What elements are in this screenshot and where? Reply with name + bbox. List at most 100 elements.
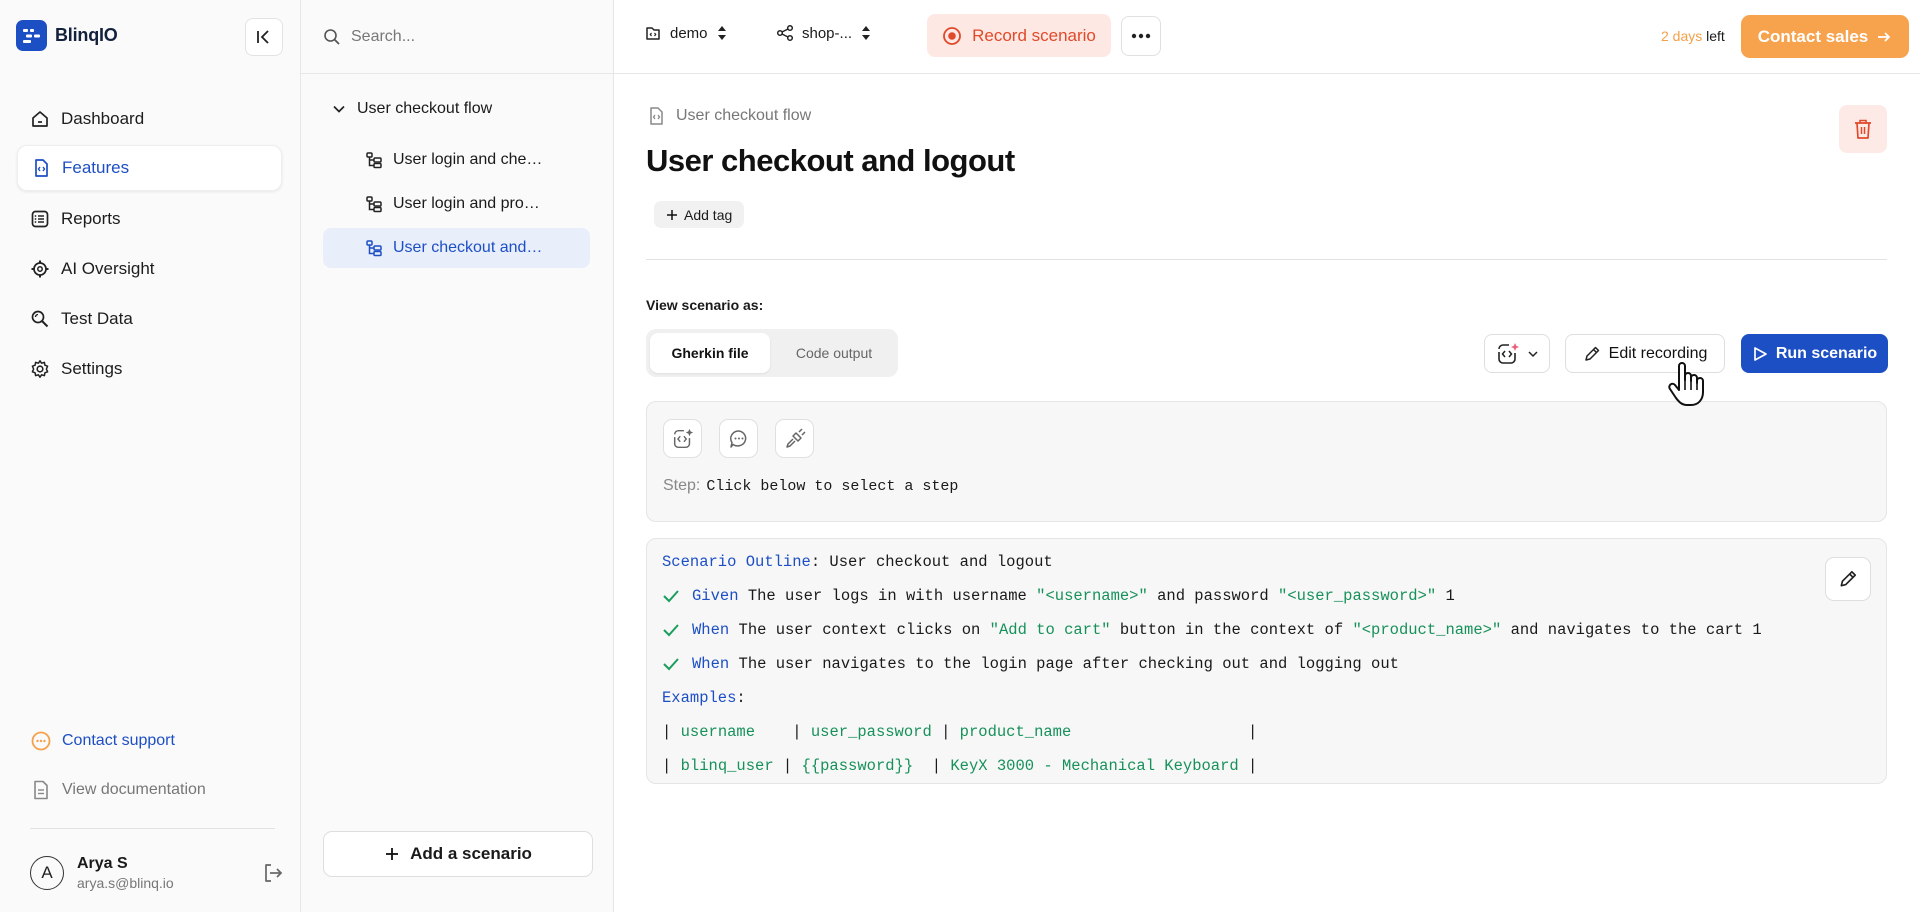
chevron-down-icon [1528, 350, 1538, 357]
brand-logo-icon [16, 20, 47, 51]
contact-sales-button[interactable]: Contact sales [1741, 15, 1909, 58]
avatar: A [30, 856, 64, 890]
sidebar-item-reports[interactable]: Reports [17, 196, 282, 242]
collapse-left-icon [257, 30, 269, 44]
pencil-icon [1584, 346, 1599, 361]
examples-data-row[interactable]: | blinq_user | {{password}} | KeyX 3000 … [662, 757, 1257, 775]
document-icon [34, 780, 48, 800]
logout-button[interactable] [262, 862, 284, 884]
project-selector[interactable]: demo [644, 24, 728, 42]
step-info: Step: Click below to select a step [663, 477, 958, 495]
contact-support-link[interactable]: Contact support [30, 730, 175, 752]
more-horizontal-icon [1131, 33, 1151, 39]
sidebar-item-label: Dashboard [61, 109, 145, 128]
step-text: The user context clicks on [729, 621, 990, 639]
sort-updown-icon [862, 26, 871, 40]
search-input[interactable] [351, 27, 591, 46]
sidebar-item-settings[interactable]: Settings [17, 346, 282, 392]
ai-code-icon [1498, 342, 1519, 364]
step-text: button in the context of [1110, 621, 1353, 639]
comment-step-button[interactable] [719, 419, 758, 458]
gherkin-step-line[interactable]: Given The user logs in with username "<u… [662, 587, 1455, 605]
run-scenario-button[interactable]: Run scenario [1741, 334, 1888, 373]
examples-colon: : [736, 689, 746, 707]
step-keyword: When [692, 655, 730, 673]
view-mode-toggle: Gherkin file Code output [646, 329, 898, 377]
step-value: Click below to select a step [706, 478, 959, 495]
trash-icon [1855, 119, 1871, 139]
step-label: Step: [663, 477, 701, 494]
ai-generate-step-button[interactable] [663, 419, 702, 458]
step-keyword: When [692, 621, 730, 639]
feature-file-icon [650, 107, 663, 125]
step-text: The user logs in with username [738, 587, 1037, 605]
view-scenario-label: View scenario as: [646, 297, 764, 313]
gherkin-code-panel[interactable]: Scenario Outline: User checkout and logo… [646, 538, 1887, 784]
more-options-button[interactable] [1121, 16, 1161, 56]
sidebar: BlinqIO Dashboard Features Reports AI Ov… [0, 0, 301, 912]
sort-updown-icon [717, 26, 726, 40]
examples-header-row[interactable]: | username | user_password | product_nam… [662, 723, 1257, 741]
tree-item-label: User login and product search [393, 195, 543, 212]
user-name: Arya S [77, 855, 128, 872]
gherkin-step-line[interactable]: When The user navigates to the login pag… [662, 655, 1399, 673]
tab-gherkin-file[interactable]: Gherkin file [650, 333, 770, 373]
tree-item-scenario-active[interactable]: User checkout and logout [323, 228, 590, 268]
ai-code-icon [673, 428, 693, 448]
scenario-tree-icon [365, 195, 383, 213]
feature-file-icon [30, 157, 52, 179]
contact-support-label: Contact support [62, 732, 175, 749]
search-box [301, 0, 613, 74]
sidebar-item-test-data[interactable]: Test Data [17, 296, 282, 342]
add-scenario-button[interactable]: Add a scenario [323, 831, 593, 877]
step-panel: Step: Click below to select a step [646, 401, 1887, 522]
check-icon [662, 588, 682, 604]
gherkin-step-line[interactable]: When The user context clicks on "Add to … [662, 621, 1762, 639]
sidebar-item-label: Reports [61, 209, 121, 228]
gear-icon [29, 358, 51, 380]
record-icon [943, 26, 962, 45]
tab-code-output[interactable]: Code output [774, 333, 894, 373]
brand-name: BlinqIO [55, 25, 118, 45]
home-icon [29, 108, 51, 130]
edit-gherkin-button[interactable] [1825, 557, 1871, 601]
sidebar-item-label: Test Data [61, 309, 133, 328]
view-documentation-label: View documentation [62, 781, 206, 798]
delete-scenario-button[interactable] [1839, 105, 1887, 153]
examples-line[interactable]: Examples: [662, 689, 746, 707]
divider [30, 828, 275, 829]
plus-icon [386, 848, 399, 860]
project-icon [646, 27, 660, 40]
step-text: and navigates to the cart 1 [1501, 621, 1762, 639]
scenario-tree-icon [365, 151, 383, 169]
sidebar-item-label: Settings [61, 359, 123, 378]
tree-item-scenario[interactable]: User login and product search [323, 184, 590, 224]
sidebar-item-dashboard[interactable]: Dashboard [17, 96, 282, 142]
pick-element-button[interactable] [775, 419, 814, 458]
scenario-tree-icon [365, 239, 383, 257]
brand[interactable]: BlinqIO [16, 20, 118, 51]
breadcrumb[interactable]: User checkout flow [646, 106, 811, 126]
step-text: The user navigates to the login page aft… [729, 655, 1399, 673]
check-icon [662, 622, 682, 638]
app-selector[interactable]: shop-... [776, 24, 872, 42]
ai-assist-dropdown[interactable] [1484, 334, 1550, 373]
pencil-icon [1840, 570, 1857, 587]
scenario-tree-panel: User checkout flow [301, 0, 614, 912]
step-keyword: Given [692, 587, 739, 605]
branch-nodes-icon [776, 24, 794, 42]
chevron-down-icon [333, 105, 345, 113]
page-title: User checkout and logout [646, 143, 1015, 178]
tree-item-scenario[interactable]: User login and checkout [323, 140, 590, 180]
scenario-outline-line[interactable]: Scenario Outline: User checkout and logo… [662, 553, 1053, 571]
collapse-sidebar-button[interactable] [245, 18, 283, 56]
view-documentation-link[interactable]: View documentation [30, 779, 206, 801]
divider [646, 259, 1887, 260]
sidebar-item-features[interactable]: Features [17, 145, 282, 191]
tree-folder-user-checkout-flow[interactable]: User checkout flow [331, 100, 492, 118]
sidebar-item-ai-oversight[interactable]: AI Oversight [17, 246, 282, 292]
user-profile[interactable]: A Arya S arya.s@blinq.io [30, 855, 174, 891]
step-param: "<product_name>" [1352, 621, 1502, 639]
add-tag-button[interactable]: Add tag [654, 201, 745, 228]
record-scenario-button[interactable]: Record scenario [927, 14, 1111, 57]
